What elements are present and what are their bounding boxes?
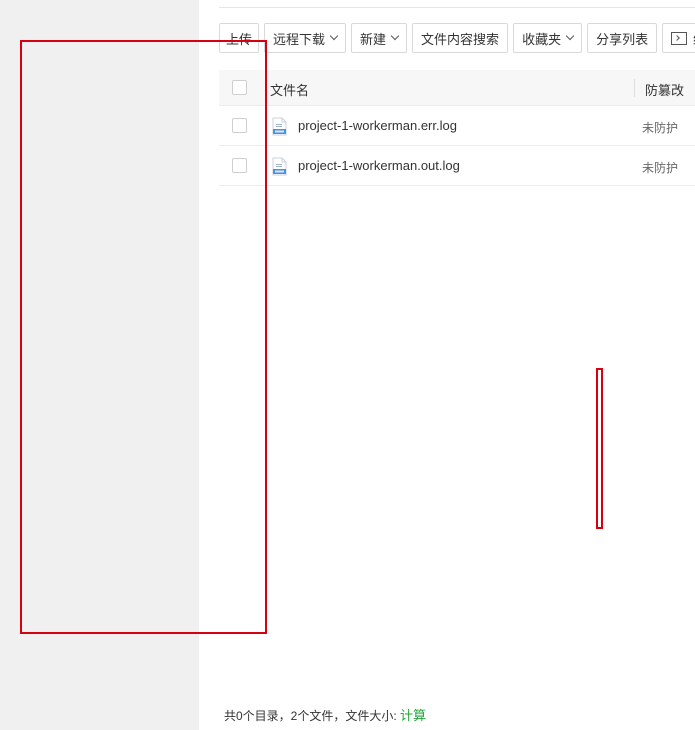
new-label: 新建 xyxy=(360,31,387,47)
calculate-size-link[interactable]: 计算 xyxy=(400,708,426,723)
log-file-icon xyxy=(272,117,287,136)
column-header-protect[interactable]: 防篡改 xyxy=(645,80,684,99)
chevron-down-icon xyxy=(329,31,339,41)
file-toolbar: 上传 远程下载 新建 文件内容搜索 收藏夹 分享列表 终 xyxy=(219,23,695,53)
file-table: 文件名 防篡改 project-1-workerman.err.log 未防护 … xyxy=(219,70,695,186)
column-header-name[interactable]: 文件名 xyxy=(270,80,309,99)
new-button[interactable]: 新建 xyxy=(351,23,408,53)
table-row[interactable]: project-1-workerman.out.log 未防护 xyxy=(219,146,695,186)
terminal-button[interactable]: 终 xyxy=(662,23,695,53)
favorites-label: 收藏夹 xyxy=(522,31,562,47)
chevron-down-icon xyxy=(565,31,575,41)
remote-download-button[interactable]: 远程下载 xyxy=(264,23,347,53)
log-file-icon xyxy=(272,157,287,176)
terminal-icon xyxy=(671,31,688,45)
table-row[interactable]: project-1-workerman.err.log 未防护 xyxy=(219,106,695,146)
protect-status[interactable]: 未防护 xyxy=(642,159,678,176)
table-header: 文件名 防篡改 xyxy=(219,70,695,106)
file-name[interactable]: project-1-workerman.err.log xyxy=(298,118,457,133)
file-name[interactable]: project-1-workerman.out.log xyxy=(298,158,460,173)
remote-download-label: 远程下载 xyxy=(273,31,326,47)
chevron-down-icon xyxy=(390,31,400,41)
favorites-button[interactable]: 收藏夹 xyxy=(513,23,583,53)
content-search-label: 文件内容搜索 xyxy=(421,31,500,47)
annotation-highlight-bar xyxy=(596,368,603,529)
column-divider xyxy=(634,79,635,97)
protect-status[interactable]: 未防护 xyxy=(642,119,678,136)
share-list-button[interactable]: 分享列表 xyxy=(587,23,658,53)
share-list-label: 分享列表 xyxy=(596,31,649,47)
top-divider xyxy=(219,7,695,8)
content-search-button[interactable]: 文件内容搜索 xyxy=(412,23,509,53)
status-footer: 共0个目录，2个文件，文件大小: 计算 xyxy=(224,705,426,724)
annotation-highlight-box xyxy=(20,40,267,634)
footer-summary: 共0个目录，2个文件，文件大小: xyxy=(224,709,397,723)
